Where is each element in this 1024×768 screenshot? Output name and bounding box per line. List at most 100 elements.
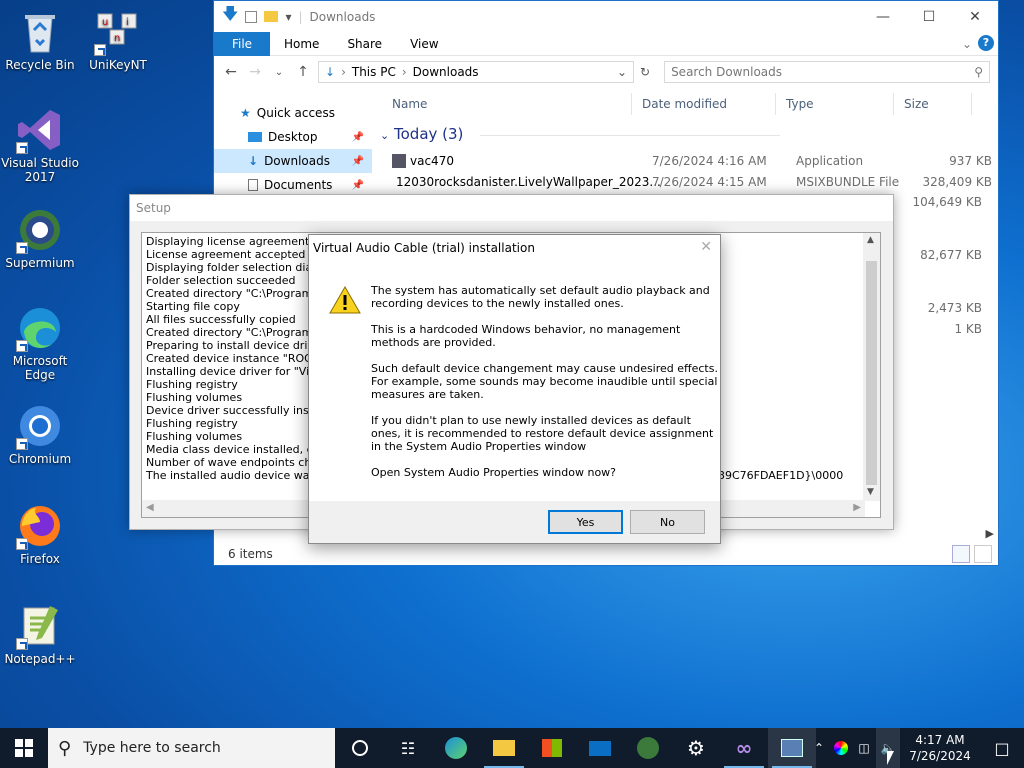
search-input[interactable]: Search Downloads ⚲ xyxy=(664,61,990,83)
qat-dropdown-icon[interactable]: ▾ xyxy=(285,10,291,24)
taskbar-edge[interactable] xyxy=(432,728,480,768)
address-bar[interactable]: ↓ › This PC › Downloads ⌄ xyxy=(318,61,634,83)
supermium-icon xyxy=(637,737,659,759)
documents-icon xyxy=(248,179,258,191)
maximize-button[interactable]: ☐ xyxy=(906,1,952,32)
explorer-titlebar[interactable]: 🡇 ▾ | Downloads — ☐ ✕ xyxy=(214,1,998,32)
taskbar-settings[interactable]: ⚙ xyxy=(672,728,720,768)
desktop-icon-chromium[interactable]: Chromium xyxy=(0,402,80,466)
close-button[interactable]: ✕ xyxy=(952,1,998,32)
taskbar-file-explorer[interactable] xyxy=(480,728,528,768)
taskbar-search-box[interactable]: ⚲ Type here to search xyxy=(48,728,335,768)
nav-quick-access[interactable]: ★ Quick access xyxy=(214,101,372,125)
chevron-down-icon: ⌄ xyxy=(380,129,390,142)
breadcrumb-separator-icon: › xyxy=(401,65,407,79)
network-icon[interactable]: ◫ xyxy=(852,741,876,755)
pin-icon[interactable]: 📌 xyxy=(352,180,364,191)
windows-logo-icon xyxy=(15,739,33,757)
pin-icon[interactable]: 📌 xyxy=(352,132,364,143)
chromium-icon xyxy=(16,402,64,450)
help-icon[interactable]: ? xyxy=(978,35,994,51)
cortana-button[interactable] xyxy=(336,728,384,768)
taskbar-supermium[interactable] xyxy=(624,728,672,768)
pin-icon[interactable]: 📌 xyxy=(352,156,364,167)
dialog-message-line: measures are taken. xyxy=(371,388,484,401)
color-app-icon[interactable] xyxy=(834,741,848,755)
svg-text:u: u xyxy=(102,17,108,28)
task-view-button[interactable]: ☷ xyxy=(384,728,432,768)
properties-icon[interactable] xyxy=(245,10,258,23)
refresh-icon[interactable]: ↻ xyxy=(640,65,650,79)
breadcrumb-this-pc[interactable]: This PC xyxy=(352,65,396,79)
scroll-left-icon[interactable]: ◀ xyxy=(146,502,154,513)
nav-downloads[interactable]: ↓ Downloads 📌 xyxy=(214,149,372,173)
vac-installation-dialog[interactable]: Virtual Audio Cable (trial) installation… xyxy=(308,234,721,544)
up-arrow-icon[interactable]: ↑ xyxy=(294,64,312,80)
log-line: Flushing registry xyxy=(146,417,238,430)
dialog-message-line: in the System Audio Properties window xyxy=(371,440,587,453)
ribbon-expand-icon[interactable]: ⌄ xyxy=(962,37,972,51)
file-row[interactable]: 12030rocksdanister.LivelyWallpaper_2023.… xyxy=(392,171,992,192)
dialog-question: Open System Audio Properties window now? xyxy=(371,466,617,479)
no-button[interactable]: No xyxy=(630,510,705,534)
chevron-up-icon[interactable]: ⌃ xyxy=(808,741,830,755)
folder-icon[interactable] xyxy=(264,11,279,22)
dialog-message-line: This is a hardcoded Windows behavior, no… xyxy=(371,323,681,336)
desktop-icon-recycle-bin[interactable]: Recycle Bin xyxy=(0,8,80,72)
tab-share[interactable]: Share xyxy=(333,37,396,51)
desktop-icon-notepadpp[interactable]: Notepad++ xyxy=(0,602,80,666)
tab-view[interactable]: View xyxy=(396,37,452,51)
notifications-icon[interactable]: □ xyxy=(980,739,1024,758)
column-date-modified[interactable]: Date modified xyxy=(632,93,776,115)
scroll-up-icon[interactable]: ▲ xyxy=(867,235,874,245)
back-arrow-icon[interactable]: ← xyxy=(222,64,240,80)
taskbar-visual-studio[interactable]: ∞ xyxy=(720,728,768,768)
log-line: License agreement accepted xyxy=(146,248,306,261)
desktop-icon-firefox[interactable]: Firefox xyxy=(0,502,80,566)
breadcrumb-downloads[interactable]: Downloads xyxy=(413,65,479,79)
details-view-icon[interactable] xyxy=(952,545,970,563)
desktop-icon-edge[interactable]: Microsoft Edge xyxy=(0,304,80,382)
column-name[interactable]: Name xyxy=(382,93,632,115)
file-size: 82,677 KB xyxy=(920,248,982,262)
log-vertical-scrollbar[interactable]: ▲ ▼ xyxy=(863,233,880,501)
taskbar-mail[interactable] xyxy=(576,728,624,768)
tab-home[interactable]: Home xyxy=(270,37,333,51)
file-row[interactable]: vac470 7/26/2024 4:16 AM Application 937… xyxy=(392,150,992,171)
forward-arrow-icon[interactable]: → xyxy=(246,64,264,80)
column-size[interactable]: Size xyxy=(894,93,972,115)
shortcut-arrow-icon xyxy=(16,340,28,352)
file-type: Application xyxy=(796,153,864,168)
dialog-message-line: ones, it is recommended to restore defau… xyxy=(371,427,714,440)
start-button[interactable] xyxy=(0,728,48,768)
search-icon: ⚲ xyxy=(974,65,983,79)
scroll-down-icon[interactable]: ▼ xyxy=(867,487,874,497)
shortcut-arrow-icon xyxy=(16,538,28,550)
dialog-message-line: methods are provided. xyxy=(371,336,496,349)
log-line: Starting file copy xyxy=(146,300,240,313)
file-name: vac470 xyxy=(410,153,454,168)
dialog-message-line: If you didn't plan to use newly installe… xyxy=(371,414,691,427)
minimize-button[interactable]: — xyxy=(860,1,906,32)
nav-label: Quick access xyxy=(256,106,335,120)
taskbar-clock[interactable]: 4:17 AM 7/26/2024 xyxy=(900,732,980,764)
address-dropdown-icon[interactable]: ⌄ xyxy=(617,65,627,79)
nav-desktop[interactable]: Desktop 📌 xyxy=(214,125,372,149)
desktop-icon-supermium[interactable]: Supermium xyxy=(0,206,80,270)
scrollbar-thumb[interactable] xyxy=(866,261,877,485)
recent-dropdown-icon[interactable]: ⌄ xyxy=(270,67,288,78)
log-line: Displaying license agreement xyxy=(146,235,310,248)
scroll-right-icon[interactable]: ▶ xyxy=(986,527,994,540)
dialog-close-icon[interactable]: ✕ xyxy=(700,239,712,255)
desktop-icon-visual-studio[interactable]: Visual Studio 2017 xyxy=(0,106,80,184)
yes-button[interactable]: Yes xyxy=(548,510,623,534)
taskbar-store[interactable] xyxy=(528,728,576,768)
log-line: All files successfully copied xyxy=(146,313,296,326)
column-type[interactable]: Type xyxy=(776,93,894,115)
scroll-right-icon[interactable]: ▶ xyxy=(853,502,861,513)
tab-file[interactable]: File xyxy=(214,31,270,56)
large-icons-view-icon[interactable] xyxy=(974,545,992,563)
desktop-icon-unikeynt[interactable]: u in UniKeyNT xyxy=(78,8,158,72)
log-line: Created directory "C:\Program File xyxy=(146,287,335,300)
group-header-today[interactable]: ⌄ Today (3) xyxy=(380,125,782,143)
